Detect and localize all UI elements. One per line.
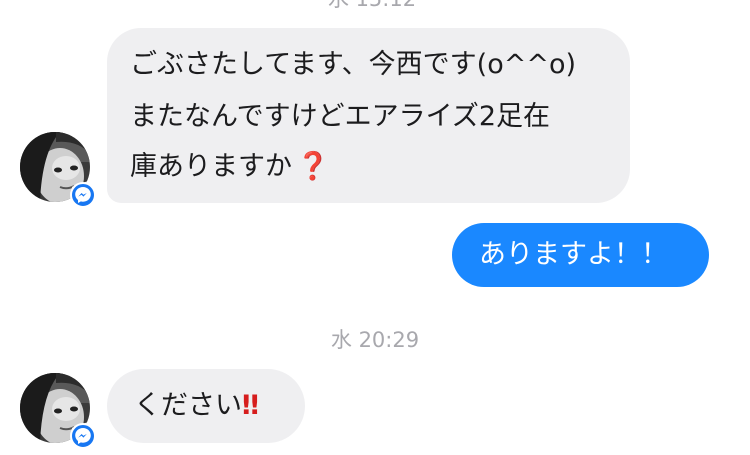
- chat-thread[interactable]: 水 15:12 ごぶさたしてます、今西です(o^^o) またなんですけどエアライ…: [0, 0, 750, 455]
- messenger-badge: [70, 182, 96, 208]
- incoming-message-bubble[interactable]: ごぶさたしてます、今西です(o^^o) またなんですけどエアライズ2足在 庫あり…: [107, 28, 630, 203]
- messenger-badge: [70, 423, 96, 449]
- message-line: 庫ありますか: [130, 151, 292, 182]
- timestamp-mid: 水 20:29: [330, 328, 420, 352]
- message-line: ごぶさたしてます、今西です(o^^o): [130, 49, 577, 80]
- outgoing-message-bubble[interactable]: ありますよ！！: [452, 223, 709, 287]
- red-double-exclamation-emoji: ‼: [242, 390, 259, 421]
- red-question-mark-emoji: ❓: [296, 151, 330, 182]
- message-text: ありますよ！！: [479, 239, 668, 270]
- message-line-with-emoji: 庫ありますか ❓: [130, 142, 610, 192]
- messenger-icon: [75, 187, 91, 203]
- timestamp-top: 水 15:12: [0, 0, 747, 12]
- message-text: ください: [134, 390, 242, 421]
- messenger-icon: [75, 428, 91, 444]
- incoming-message-bubble[interactable]: ください‼: [107, 369, 305, 443]
- message-line: またなんですけどエアライズ2足在: [130, 101, 551, 132]
